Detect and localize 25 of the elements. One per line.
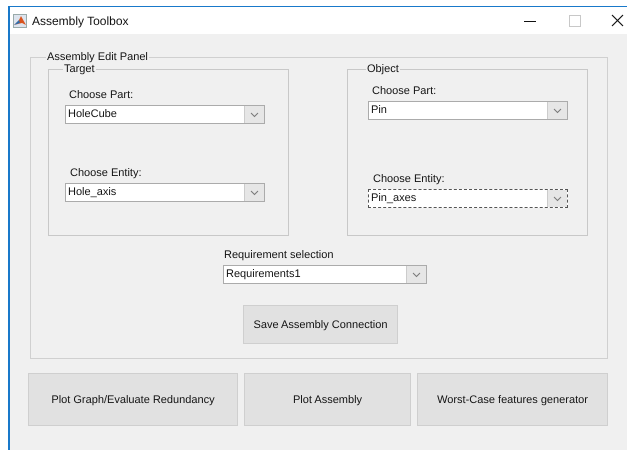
field-label: Requirement selection [224,249,334,261]
field-label: Choose Entity: [373,173,445,185]
save-button[interactable]: Save Assembly Connection [243,305,398,344]
action-button[interactable]: Plot Assembly [244,373,411,426]
action-button[interactable]: Plot Graph/Evaluate Redundancy [28,373,238,426]
chevron-down-icon [250,112,259,118]
group-title: Object [366,63,400,75]
panel-title: Assembly Edit Panel [46,51,149,63]
chevron-down-icon [250,190,259,196]
field-label: Choose Entity: [70,167,142,179]
field-label: Choose Part: [69,89,134,101]
action-button[interactable]: Worst-Case features generator [417,373,608,426]
close-icon[interactable] [611,14,624,27]
part-dropdown[interactable]: Pin [368,101,568,120]
window-title: Assembly Toolbox [32,14,128,28]
app-icon [13,14,27,28]
requirement-dropdown[interactable]: Requirements1 [223,265,427,284]
chevron-down-icon [553,196,562,202]
entity-dropdown[interactable]: Pin_axes [368,189,568,208]
field-label: Choose Part: [372,85,436,97]
part-dropdown[interactable]: HoleCube [65,105,265,124]
chevron-down-icon [412,272,421,278]
chevron-down-icon [553,108,562,114]
entity-dropdown[interactable]: Hole_axis [65,183,265,202]
group-title: Target [63,63,96,75]
